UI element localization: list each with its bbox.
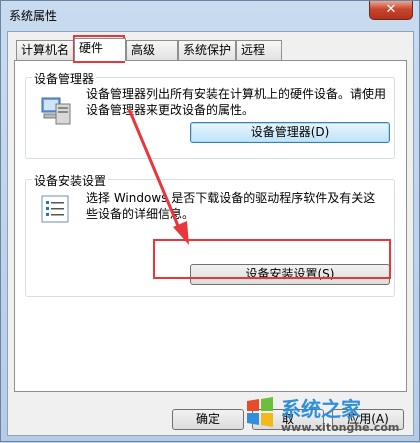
watermark-brand: 系统之家 bbox=[281, 397, 361, 421]
device-manager-group: 设备管理器 设备管理器列出所有安装在计算机上的硬件设备。请使用设备管理器来更改设… bbox=[25, 70, 395, 159]
site-watermark: 系统之家 www.xitonghe.com bbox=[243, 393, 413, 437]
ok-button[interactable]: 确定 bbox=[172, 409, 244, 430]
device-manager-button[interactable]: 设备管理器(D) bbox=[190, 122, 390, 143]
device-install-group-label: 设备安装设置 bbox=[32, 172, 109, 189]
window-title: 系统属性 bbox=[9, 9, 58, 23]
dialog-client: 计算机名 硬件 高级 系统保护 远程 设备管理器 设备管理器列出所有安装在计算机… bbox=[7, 31, 414, 436]
device-manager-icon bbox=[41, 97, 71, 125]
windows-logo-icon bbox=[247, 397, 273, 427]
close-button[interactable]: ✕ bbox=[369, 1, 413, 20]
device-manager-description: 设备管理器列出所有安装在计算机上的硬件设备。请使用设备管理器来更改设备的属性。 bbox=[86, 87, 387, 117]
tab-advanced[interactable]: 高级 bbox=[126, 40, 178, 60]
hardware-tab-panel: 设备管理器 设备管理器列出所有安装在计算机上的硬件设备。请使用设备管理器来更改设… bbox=[14, 60, 407, 392]
tab-hardware[interactable]: 硬件 bbox=[74, 38, 126, 61]
checklist-icon bbox=[41, 195, 69, 223]
device-manager-group-label: 设备管理器 bbox=[32, 70, 97, 87]
system-properties-window: 系统属性 ✕ 计算机名 硬件 高级 系统保护 远程 设备管理器 设备管理器列出所… bbox=[0, 0, 420, 442]
watermark-url: www.xitonghe.com bbox=[281, 421, 400, 434]
install-button-highlight bbox=[153, 239, 391, 279]
device-install-group: 设备安装设置 选择 Windows 是否下载设备的驱动程序软件及有关这些设备的详… bbox=[25, 172, 395, 297]
tab-remote[interactable]: 远程 bbox=[236, 40, 282, 60]
tab-system-protection[interactable]: 系统保护 bbox=[178, 40, 236, 60]
device-install-description: 选择 Windows 是否下载设备的驱动程序软件及有关这些设备的详细信息。 bbox=[86, 191, 376, 221]
tab-computer-name[interactable]: 计算机名 bbox=[16, 40, 74, 60]
